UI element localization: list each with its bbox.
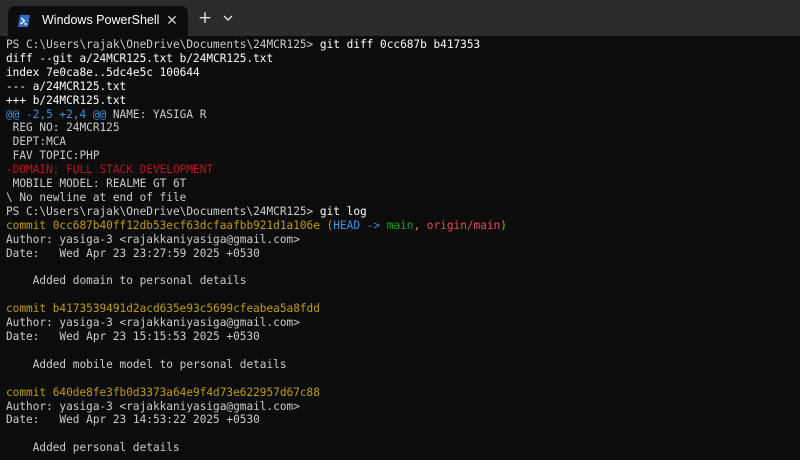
no-newline-notice: \ No newline at end of file: [6, 190, 187, 204]
diff-context-line: MOBILE MODEL: REALME GT 6T: [6, 177, 187, 191]
diff-context-line: FAV TOPIC:PHP: [6, 149, 100, 163]
commit-author: Author: yasiga-3 <rajakkaniyasiga@gmail.…: [6, 232, 300, 246]
close-tab-icon[interactable]: ✕: [164, 13, 180, 29]
hunk-context: NAME: YASIGA R: [106, 107, 207, 121]
ref-separator: ,: [413, 218, 427, 232]
prompt-line: PS C:\Users\rajak\OneDrive\Documents\24M…: [6, 38, 800, 52]
diff-index: index 7e0ca8e..5dc4e5c 100644: [6, 65, 200, 79]
prompt: PS C:\Users\rajak\OneDrive\Documents\24M…: [6, 204, 314, 218]
diff-removed-line: -DOMAIN: FULL STACK DEVELOPMENT: [6, 163, 214, 177]
commit-date: Date: Wed Apr 23 23:27:59 2025 +0530: [6, 246, 260, 260]
prompt: PS C:\Users\rajak\OneDrive\Documents\24M…: [6, 38, 314, 51]
powershell-icon: [18, 15, 30, 27]
head-ref: HEAD ->: [333, 218, 387, 232]
hunk-header: @@ -2,5 +2,4 @@: [6, 107, 107, 121]
commit-message: Added personal details: [6, 441, 180, 455]
commit-hash: commit b4173539491d2acd635e93c5699cfeabe…: [6, 302, 320, 316]
new-tab-button[interactable]: +: [196, 9, 214, 27]
commit-hash: commit 0cc687b40ff12db53ecf63dcfaafbb921…: [6, 218, 320, 232]
prompt-line: PS C:\Users\rajak\OneDrive\Documents\24M…: [6, 205, 800, 219]
remote-ref: origin/main: [426, 218, 501, 232]
diff-context-line: DEPT:MCA: [6, 135, 67, 149]
commit-author: Author: yasiga-3 <rajakkaniyasiga@gmail.…: [6, 399, 300, 413]
diff-hunk-line: @@ -2,5 +2,4 @@ NAME: YASIGA R: [6, 108, 800, 122]
diff-new-file: +++ b/24MCR125.txt: [6, 93, 127, 107]
tab-title: Windows PowerShell: [42, 13, 160, 27]
command: git log: [319, 204, 367, 218]
diff-context-line: REG NO: 24MCR125: [6, 121, 120, 135]
commit-hash: commit 640de8fe3fb0d3373a64e9f4d73e62295…: [6, 385, 320, 399]
branch-ref: main: [386, 218, 414, 232]
command: git diff 0cc687b b417353: [319, 38, 481, 51]
commit-date: Date: Wed Apr 23 15:15:53 2025 +0530: [6, 330, 260, 343]
commit-message: Added domain to personal details: [6, 274, 247, 288]
tab-windows-powershell[interactable]: Windows PowerShell ✕: [8, 6, 188, 36]
commit-message: Added mobile model to personal details: [6, 357, 287, 371]
terminal-output[interactable]: PS C:\Users\rajak\OneDrive\Documents\24M…: [0, 36, 800, 460]
commit-date: Date: Wed Apr 23 14:53:22 2025 +0530: [6, 413, 260, 427]
chevron-down-icon[interactable]: [220, 9, 236, 27]
title-bar: Windows PowerShell ✕ +: [0, 0, 800, 36]
ref-open: (: [319, 218, 334, 232]
commit-line: commit 0cc687b40ff12db53ecf63dcfaafbb921…: [6, 219, 800, 233]
ref-close: ): [500, 218, 507, 232]
diff-old-file: --- a/24MCR125.txt: [6, 79, 127, 93]
diff-header: diff --git a/24MCR125.txt b/24MCR125.txt: [6, 51, 274, 65]
commit-author: Author: yasiga-3 <rajakkaniyasiga@gmail.…: [6, 316, 300, 330]
